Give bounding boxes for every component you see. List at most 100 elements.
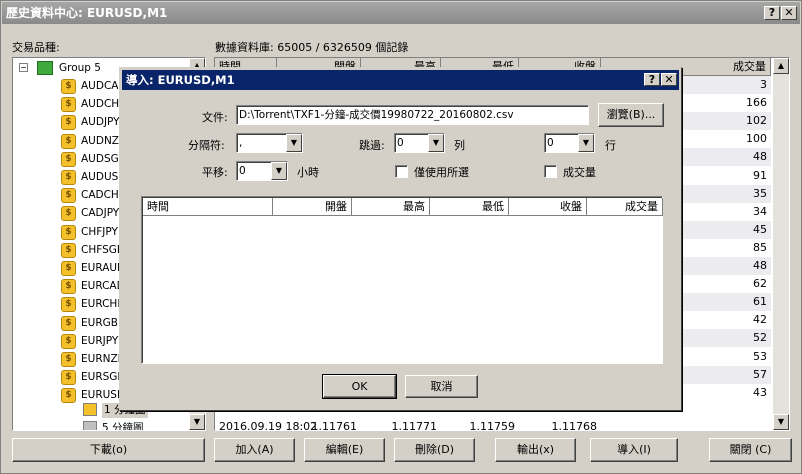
preview-column-header[interactable]: 最低 [430, 198, 509, 216]
preview-column-header[interactable]: 最高 [352, 198, 430, 216]
browse-button[interactable]: 瀏覽(B)... [598, 103, 664, 127]
volume-cell: 52 [753, 331, 767, 345]
symbol-coin-icon: $ [61, 242, 76, 258]
symbol-coin-icon: $ [61, 115, 76, 131]
chevron-down-icon[interactable]: ▼ [271, 162, 287, 180]
volume-cell: 91 [753, 168, 767, 182]
tree-symbol-item[interactable]: AUDJPY [81, 115, 120, 130]
close-icon[interactable]: ✕ [781, 6, 797, 20]
file-path-input[interactable]: D:\Torrent\TXF1-分鐘-成交價19980722_20160802.… [236, 105, 589, 125]
history-center-window: 歷史資料中心: EURUSD,M1 ? ✕ 交易品種: 數據資料庫: 65005… [0, 0, 802, 474]
preview-column-header[interactable]: 成交量 [587, 198, 663, 216]
row-label: 行 [605, 139, 616, 152]
skip-value: 0 [397, 137, 404, 149]
skip-columns-select[interactable]: 0 ▼ [394, 133, 445, 153]
shift-select[interactable]: 0 ▼ [236, 161, 288, 181]
shift-label: 平移: [202, 166, 228, 179]
scroll-down-icon[interactable]: ▼ [189, 414, 205, 430]
selected-only-label: 僅使用所選 [414, 166, 469, 179]
grid-scroll-down-icon[interactable]: ▼ [773, 414, 789, 430]
preview-column-header[interactable]: 開盤 [273, 198, 352, 216]
ok-button[interactable]: OK [322, 374, 397, 399]
tree-group-label[interactable]: Group 5 [59, 61, 101, 76]
window-title: 歷史資料中心: EURUSD,M1 [6, 6, 168, 20]
preview-column-header[interactable]: 時間 [143, 198, 273, 216]
tree-symbol-item[interactable]: EURJPY [81, 334, 118, 349]
chevron-down-icon[interactable]: ▼ [578, 134, 594, 152]
timeframe-icon [83, 421, 97, 430]
grid-cell: 1.11771 [391, 420, 438, 431]
symbol-coin-icon: $ [61, 79, 76, 94]
dialog-help-button[interactable]: ? [644, 73, 660, 86]
volume-cell: 48 [753, 150, 767, 164]
volume-cell: 166 [746, 96, 767, 110]
volume-cell: 42 [753, 313, 767, 327]
symbol-coin-icon: $ [61, 170, 76, 185]
symbol-coin-icon: $ [61, 370, 76, 386]
dialog-close-icon[interactable]: ✕ [661, 73, 677, 86]
tree-symbol-item[interactable]: CADJPY [81, 206, 119, 221]
chevron-down-icon[interactable]: ▼ [428, 134, 444, 152]
dialog-title: 導入: EURUSD,M1 [126, 73, 235, 87]
volume-cell: 85 [753, 240, 767, 254]
import-button[interactable]: 導入(I) [590, 438, 678, 462]
volume-cell: 48 [753, 259, 767, 272]
grid-cell: 1.11761 [311, 420, 358, 431]
symbol-coin-icon: $ [61, 352, 76, 367]
symbol-coin-icon: $ [61, 151, 76, 167]
window-titlebar: 歷史資料中心: EURUSD,M1 ? ✕ [2, 2, 800, 24]
close-button[interactable]: 關閉 (C) [709, 438, 792, 462]
grid-scrollbar[interactable]: ▲ ▼ [773, 58, 789, 430]
edit-button[interactable]: 編輯(E) [304, 438, 385, 462]
chevron-down-icon[interactable]: ▼ [286, 134, 302, 152]
grid-cell: 1.11759 [469, 420, 516, 431]
symbol-coin-icon: $ [61, 206, 76, 222]
symbol-coin-icon: $ [61, 188, 76, 204]
volume-cell: 61 [753, 295, 767, 309]
symbol-coin-icon: $ [61, 97, 76, 113]
shift-value: 0 [239, 165, 246, 177]
volume-cell: 62 [753, 277, 767, 291]
tree-symbol-item[interactable]: CHFJPY [81, 225, 118, 240]
separator-value: , [239, 137, 243, 149]
symbol-coin-icon: $ [61, 133, 76, 149]
symbol-coin-icon: $ [61, 297, 76, 313]
symbol-coin-icon: $ [61, 315, 76, 331]
separator-select[interactable]: , ▼ [236, 133, 303, 153]
separator-label: 分隔符: [188, 139, 225, 152]
volume-cell: 102 [746, 114, 767, 128]
grid-cell: 1.11768 [551, 420, 598, 431]
collapse-icon[interactable]: − [19, 63, 28, 72]
volume-label: 成交量 [563, 166, 596, 179]
tree-symbol-item[interactable]: EURGBP [81, 316, 124, 331]
symbol-coin-icon: $ [61, 279, 76, 295]
symbol-coin-icon: $ [61, 333, 76, 349]
skip-rows-select[interactable]: 0 ▼ [544, 133, 595, 153]
rows-value: 0 [547, 137, 554, 149]
timeframe-icon [83, 403, 97, 416]
tree-timeframe-item[interactable]: 5 分鐘圖 [102, 421, 144, 430]
add-button[interactable]: 加入(A) [214, 438, 295, 462]
volume-cell: 100 [746, 132, 767, 146]
volume-checkbox[interactable] [544, 165, 557, 178]
import-dialog: 導入: EURUSD,M1 ? ✕ 文件: D:\Torrent\TXF1-分鐘… [119, 67, 682, 411]
file-label: 文件: [202, 111, 228, 124]
symbol-coin-icon: $ [61, 388, 76, 404]
selected-only-checkbox[interactable] [395, 165, 408, 178]
dialog-titlebar: 導入: EURUSD,M1 ? ✕ [122, 70, 679, 90]
grid-row-last[interactable]: 2016.09.19 18:02 1.11761 1.11771 1.11759 1.1… [215, 418, 771, 431]
symbols-label: 交易品種: [12, 41, 60, 54]
help-button[interactable]: ? [764, 6, 780, 20]
export-button[interactable]: 輸出(x) [495, 438, 576, 462]
tree-symbol-item[interactable]: EURCHF [81, 297, 123, 312]
skip-label: 跳過: [359, 139, 385, 152]
symbol-coin-icon: $ [61, 224, 76, 240]
download-button[interactable]: 下載(o) [12, 438, 205, 462]
preview-header: 時間 開盤 最高 最低 收盤 成交量 [143, 198, 663, 216]
preview-column-header[interactable]: 收盤 [509, 198, 587, 216]
cancel-button[interactable]: 取消 [405, 375, 478, 398]
delete-button[interactable]: 刪除(D) [394, 438, 475, 462]
grid-scroll-up-icon[interactable]: ▲ [773, 58, 789, 74]
column-label: 列 [454, 139, 465, 152]
preview-list[interactable]: 時間 開盤 最高 最低 收盤 成交量 [141, 196, 663, 364]
